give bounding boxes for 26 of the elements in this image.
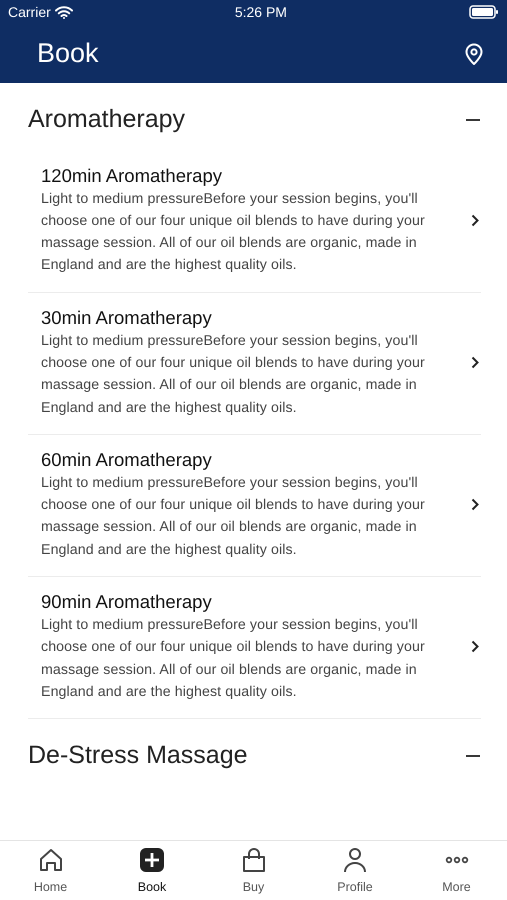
status-time: 5:26 PM	[234, 2, 287, 22]
tab-button[interactable]: Buy	[203, 841, 304, 900]
tab-button[interactable]: Book	[102, 841, 202, 900]
wifi-icon	[54, 6, 73, 18]
chevron-right-icon	[471, 498, 479, 511]
chevron-right-icon	[471, 640, 479, 654]
service-item[interactable]: 90min Aromatherapy Light to medium pressureBefore your session begins, you'll choose one of our four unique oil blends to have during your massage session. All of our oil blends are organic, made in England and are the highest quality oils.	[28, 577, 481, 720]
tab-button[interactable]: Profile	[304, 841, 406, 900]
carrier-label: Carrier	[8, 2, 51, 22]
page-title: Book	[37, 37, 99, 70]
section-title: Aromatherapy	[28, 104, 186, 135]
plus-icon	[139, 847, 165, 873]
section-title: De-Stress Massage	[28, 740, 248, 772]
tab-button[interactable]: Home	[0, 841, 101, 900]
more-icon	[444, 856, 470, 864]
shopping-bag-icon	[240, 847, 266, 873]
battery-icon	[468, 5, 499, 19]
person-icon	[342, 847, 368, 873]
service-item[interactable]: 30min Aromatherapy Light to medium pressureBefore your session begins, you'll choose one of our four unique oil blends to have during your massage session. All of our oil blends are organic, made in England and are the highest quality oils.	[28, 292, 481, 435]
home-icon	[38, 847, 64, 873]
chevron-right-icon	[471, 356, 479, 369]
service-item[interactable]: 60min Aromatherapy Light to medium pressureBefore your session begins, you'll choose one of our four unique oil blends to have during your massage session. All of our oil blends are organic, made in England and are the highest quality oils.	[28, 434, 481, 578]
service-item[interactable]: 120min Aromatherapy Light to medium pressureBefore your session begins, you'll choose one of our four unique oil blends to have during your massage session. All of our oil blends are organic, made in England and are the highest quality oils.	[28, 150, 481, 293]
chevron-right-icon	[471, 214, 479, 227]
tab-button[interactable]: More	[406, 841, 507, 900]
location-pin-icon[interactable]	[465, 42, 483, 64]
